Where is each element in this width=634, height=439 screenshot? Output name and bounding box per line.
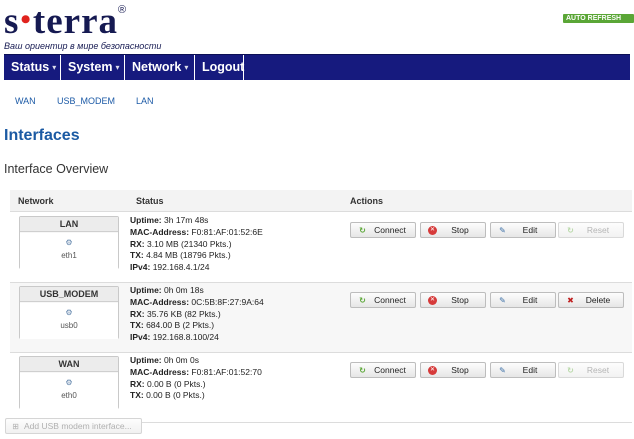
nav-status[interactable]: Status ▾ (4, 55, 61, 80)
interface-status: Uptime: 0h 0m 18s MAC-Address: 0C:5B:8F:2… (130, 285, 264, 344)
chevron-down-icon: ▾ (184, 63, 189, 72)
status-line: TX: 0.00 B (0 Pkts.) (130, 390, 205, 401)
status-line: MAC-Address: F0:81:AF:01:52:70 (130, 366, 262, 377)
table-row: USB_MODEM ⚙ usb0 Uptime: 0h 0m 18s MAC-Addre… (10, 283, 632, 353)
network-interface-icon: ⚙ (65, 378, 73, 387)
status-line: MAC-Address: F0:81:AF:01:52:6E (130, 226, 263, 237)
status-line: Uptime: 3h 17m 48s (130, 215, 209, 225)
edit-button[interactable]: ✎ Edit (490, 292, 556, 308)
nav-logout[interactable]: Logout (195, 55, 244, 80)
column-header-network: Network (18, 196, 54, 206)
delete-button[interactable]: ✖ Delete (558, 292, 624, 308)
interface-card[interactable]: USB_MODEM ⚙ usb0 (19, 286, 119, 339)
section-title: Interface Overview (4, 162, 109, 176)
stop-button[interactable]: ✕ Stop (420, 362, 486, 378)
edit-button[interactable]: ✎ Edit (490, 222, 556, 238)
nav-network[interactable]: Network ▾ (125, 55, 195, 80)
interface-device: eth1 (61, 251, 77, 260)
tab-usb-modem[interactable]: USB_MODEM (57, 96, 115, 106)
status-line: RX: 0.00 B (0 Pkts.) (130, 378, 206, 389)
stop-button[interactable]: ✕ Stop (420, 292, 486, 308)
tab-wan[interactable]: WAN (15, 96, 36, 106)
add-usb-modem-button: ⊞ Add USB modem interface... (5, 418, 142, 434)
status-line: TX: 684.00 B (2 Pkts.) (130, 320, 215, 331)
add-icon: ⊞ (12, 422, 19, 431)
connect-button[interactable]: ↻ Connect (350, 222, 416, 238)
nav-system[interactable]: System ▾ (61, 55, 125, 80)
column-header-status: Status (136, 196, 164, 206)
table-row: WAN ⚙ eth0 Uptime: 0h 0m 0s MAC-Address: F0:… (10, 353, 632, 423)
connect-button[interactable]: ↻ Connect (350, 292, 416, 308)
interface-name: LAN (20, 217, 118, 232)
interface-status: Uptime: 0h 0m 0s MAC-Address: F0:81:AF:01… (130, 355, 262, 402)
page-title: Interfaces (4, 127, 80, 144)
status-line: RX: 3.10 MB (21340 Pkts.) (130, 238, 232, 249)
table-header: Network Status Actions (10, 190, 632, 212)
main-nav: Status ▾ System ▾ Network ▾ Logout (4, 54, 630, 80)
connect-button[interactable]: ↻ Connect (350, 362, 416, 378)
edit-button[interactable]: ✎ Edit (490, 362, 556, 378)
stop-button[interactable]: ✕ Stop (420, 222, 486, 238)
tab-lan[interactable]: LAN (136, 96, 154, 106)
interface-name: WAN (20, 357, 118, 372)
status-line: IPv4: 192.168.4.1/24 (130, 262, 210, 273)
status-line: TX: 4.84 MB (18796 Pkts.) (130, 250, 231, 261)
network-interface-icon: ⚙ (65, 308, 73, 317)
status-line: MAC-Address: 0C:5B:8F:27:9A:64 (130, 296, 264, 307)
interface-name: USB_MODEM (20, 287, 118, 302)
status-line: IPv4: 192.168.8.100/24 (130, 332, 219, 343)
reset-button: ↻ Reset (558, 362, 624, 378)
chevron-down-icon: ▾ (52, 63, 57, 72)
interface-device: eth0 (61, 391, 77, 400)
header: s•terra® Ваш ориентир в мире безопасност… (0, 0, 634, 54)
status-line: Uptime: 0h 0m 18s (130, 285, 204, 295)
interface-card[interactable]: LAN ⚙ eth1 (19, 216, 119, 269)
table-row: LAN ⚙ eth1 Uptime: 3h 17m 48s MAC-Address: F… (10, 213, 632, 283)
interface-status: Uptime: 3h 17m 48s MAC-Address: F0:81:AF:… (130, 215, 263, 274)
status-line: RX: 35.76 KB (82 Pkts.) (130, 308, 221, 319)
chevron-down-icon: ▾ (115, 63, 120, 72)
tagline: Ваш ориентир в мире безопасности (4, 41, 162, 51)
interface-card[interactable]: WAN ⚙ eth0 (19, 356, 119, 409)
interface-device: usb0 (60, 321, 78, 330)
auto-refresh-badge[interactable]: AUTO REFRESH ON (563, 14, 634, 31)
network-interface-icon: ⚙ (65, 238, 73, 247)
status-line: Uptime: 0h 0m 0s (130, 355, 199, 365)
reset-button: ↻ Reset (558, 222, 624, 238)
column-header-actions: Actions (350, 196, 384, 206)
